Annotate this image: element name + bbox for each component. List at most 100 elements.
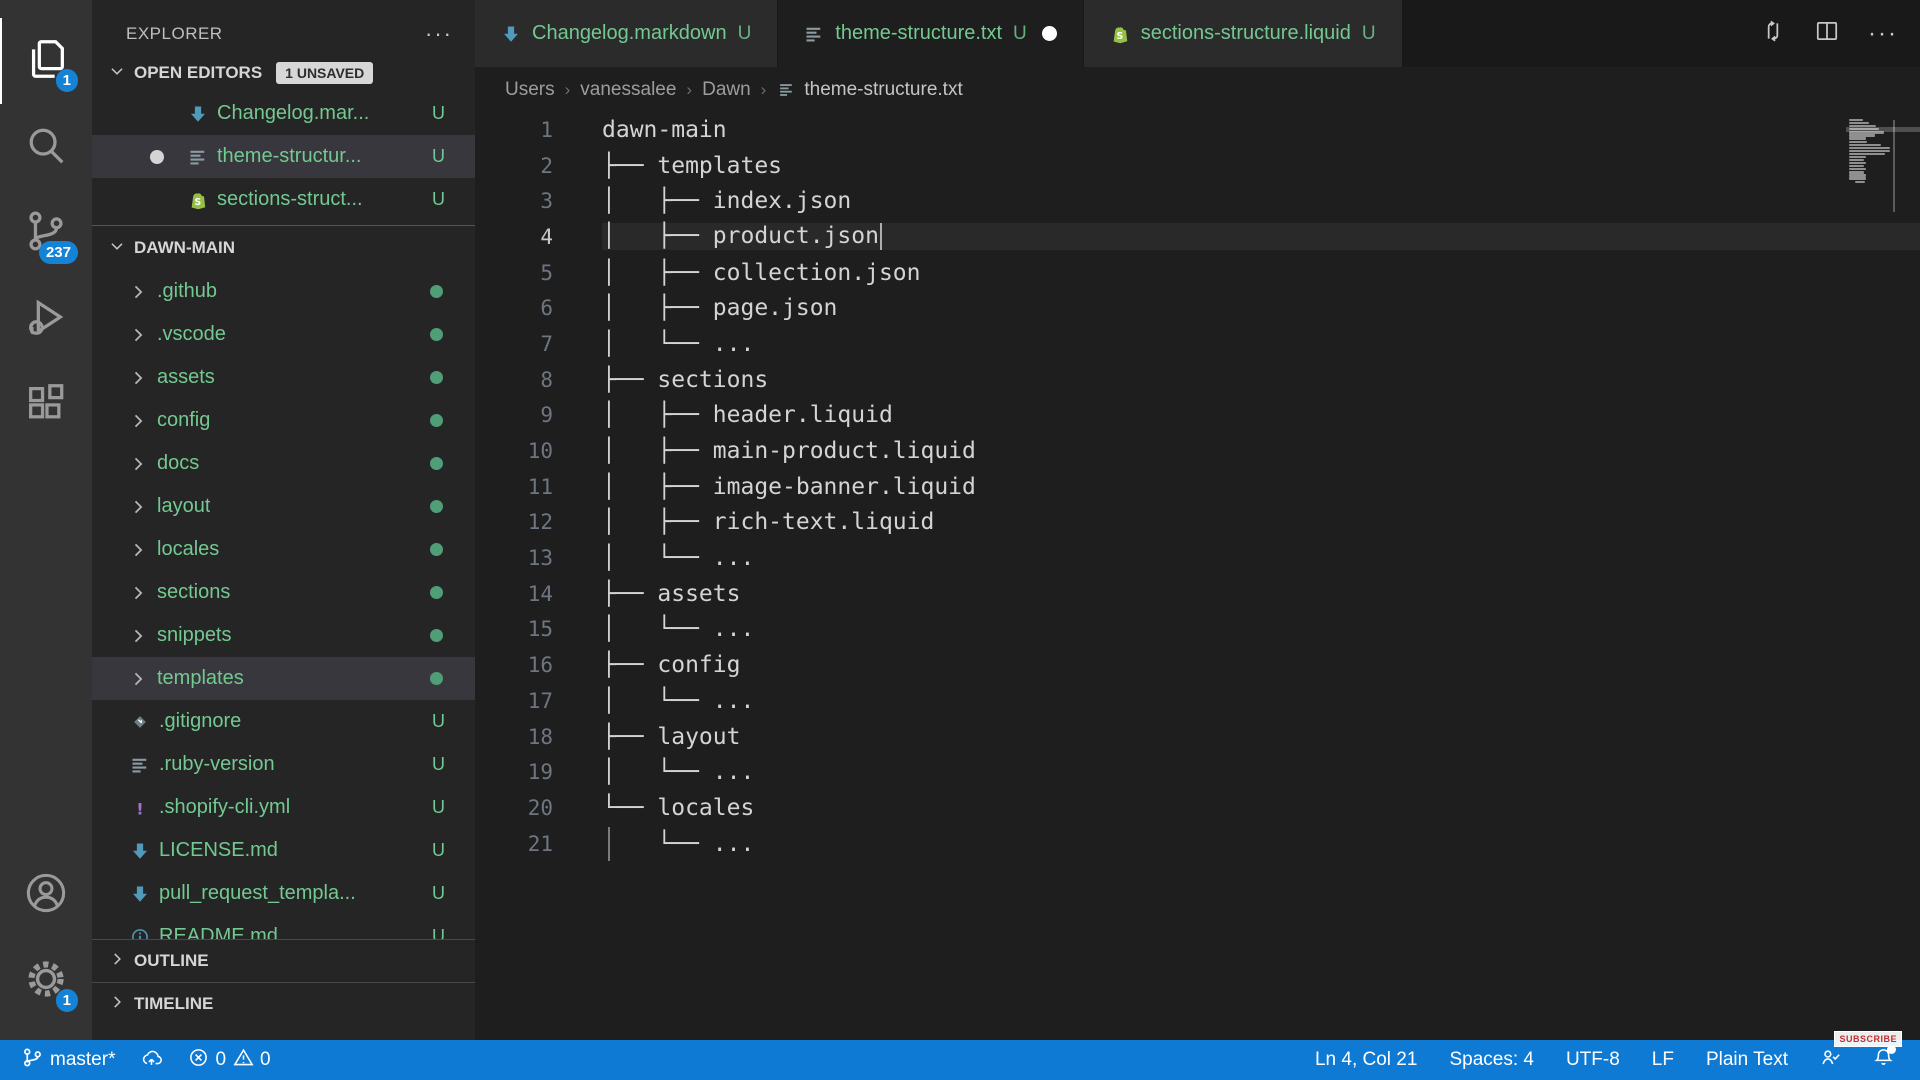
problems-status[interactable]: 0 0	[188, 1047, 270, 1074]
minimap-line	[1849, 156, 1866, 158]
line-text: └── ...	[602, 831, 1920, 857]
folder-item-config[interactable]: config	[92, 399, 475, 442]
code-line[interactable]: 16├── config	[475, 647, 1920, 683]
code-line[interactable]: 3│ ├── index.json	[475, 183, 1920, 219]
chevron-down-icon	[108, 62, 126, 85]
code-line[interactable]: 4│ ├── product.json	[475, 219, 1920, 255]
extensions-activity-button[interactable]	[0, 362, 92, 448]
indentation-status[interactable]: Spaces: 4	[1449, 1049, 1534, 1071]
code-line[interactable]: 19│ └── ...	[475, 754, 1920, 790]
open-editor-item-active[interactable]: theme-structur... U	[92, 135, 475, 178]
code-line[interactable]: 9│ ├── header.liquid	[475, 398, 1920, 434]
folder-item-assets[interactable]: assets	[92, 356, 475, 399]
code-line[interactable]: 12│ ├── rich-text.liquid	[475, 505, 1920, 541]
open-changes-icon[interactable]	[1760, 18, 1786, 49]
file-item-readme[interactable]: README.md U	[92, 915, 475, 939]
minimap-line	[1849, 165, 1864, 167]
code-line[interactable]: 13│ └── ...	[475, 540, 1920, 576]
breadcrumb-item[interactable]: vanessalee	[580, 79, 676, 101]
explorer-more-actions-button[interactable]: ···	[425, 21, 453, 47]
tab-changelog-markdown[interactable]: Changelog.markdown U	[475, 0, 778, 67]
code-line[interactable]: 7│ └── ...	[475, 326, 1920, 362]
open-editor-item[interactable]: Changelog.mar... U	[92, 92, 475, 135]
unsaved-dot-icon[interactable]	[1042, 26, 1057, 41]
breadcrumb-separator: ›	[565, 80, 571, 100]
chevron-right-icon	[108, 950, 126, 973]
file-item-license[interactable]: LICENSE.md U	[92, 829, 475, 872]
minimap-line	[1849, 168, 1866, 170]
text-file-icon	[188, 147, 208, 167]
chevron-right-icon	[128, 325, 148, 345]
open-editor-item[interactable]: S sections-struct... U	[92, 178, 475, 221]
minimap[interactable]	[1846, 112, 1920, 1040]
outline-panel-header[interactable]: OUTLINE	[92, 939, 475, 982]
editor-more-actions-button[interactable]: ···	[1868, 20, 1898, 48]
sync-changes-button[interactable]	[141, 1047, 162, 1074]
code-line[interactable]: 11│ ├── image-banner.liquid	[475, 469, 1920, 505]
breadcrumb-separator: ›	[761, 80, 767, 100]
cursor-position-status[interactable]: Ln 4, Col 21	[1315, 1049, 1417, 1071]
chevron-down-icon	[108, 237, 126, 260]
code-line[interactable]: 15│ └── ...	[475, 612, 1920, 648]
search-icon	[23, 122, 69, 173]
tab-theme-structure-txt[interactable]: theme-structure.txt U	[778, 0, 1083, 67]
encoding-status[interactable]: UTF-8	[1566, 1049, 1620, 1071]
code-line[interactable]: 2├── templates	[475, 148, 1920, 184]
code-line[interactable]: 8├── sections	[475, 362, 1920, 398]
folder-item-vscode[interactable]: .vscode	[92, 313, 475, 356]
settings-button[interactable]: 1	[0, 938, 92, 1024]
file-item-gitignore[interactable]: .gitignore U	[92, 700, 475, 743]
breadcrumb-item[interactable]: Dawn	[702, 79, 751, 101]
markdown-icon	[501, 24, 521, 44]
open-editors-header[interactable]: OPEN EDITORS 1 UNSAVED	[92, 54, 475, 92]
code-editor[interactable]: 1dawn-main2├── templates3│ ├── index.jso…	[475, 112, 1920, 1040]
git-status-untracked: U	[1362, 23, 1376, 45]
source-control-activity-button[interactable]: 237	[0, 190, 92, 276]
line-text: │ └── ...	[602, 545, 1920, 571]
code-line[interactable]: 17│ └── ...	[475, 683, 1920, 719]
code-line[interactable]: 18├── layout	[475, 719, 1920, 755]
code-line[interactable]: 6│ ├── page.json	[475, 290, 1920, 326]
folder-item-locales[interactable]: locales	[92, 528, 475, 571]
project-root-header[interactable]: DAWN-MAIN	[92, 226, 475, 270]
git-icon	[130, 712, 150, 732]
file-item-shopify-cli-yml[interactable]: ! .shopify-cli.yml U	[92, 786, 475, 829]
code-line[interactable]: 5│ ├── collection.json	[475, 255, 1920, 291]
scrollbar[interactable]	[1893, 120, 1895, 212]
file-item-ruby-version[interactable]: .ruby-version U	[92, 743, 475, 786]
folder-item-docs[interactable]: docs	[92, 442, 475, 485]
git-branch-status[interactable]: master*	[22, 1047, 115, 1074]
eol-status[interactable]: LF	[1652, 1049, 1674, 1071]
code-line[interactable]: 20└── locales	[475, 790, 1920, 826]
file-item-pull-request-template[interactable]: pull_request_templa... U	[92, 872, 475, 915]
folder-item-templates[interactable]: templates	[92, 657, 475, 700]
account-icon	[23, 870, 69, 921]
sidebar-title: EXPLORER	[126, 24, 223, 44]
breadcrumb-file-item[interactable]: theme-structure.txt	[776, 79, 962, 101]
folder-item-layout[interactable]: layout	[92, 485, 475, 528]
search-activity-button[interactable]	[0, 104, 92, 190]
account-button[interactable]	[0, 852, 92, 938]
code-line[interactable]: 21 └── ...	[475, 826, 1920, 862]
line-text: │ └── ...	[602, 331, 1920, 357]
tab-sections-structure-liquid[interactable]: S sections-structure.liquid U	[1084, 0, 1403, 67]
notifications-button[interactable]	[1873, 1047, 1894, 1074]
run-debug-activity-button[interactable]	[0, 276, 92, 362]
line-number: 5	[475, 261, 553, 285]
line-number: 3	[475, 189, 553, 213]
language-mode-status[interactable]: Plain Text	[1706, 1049, 1788, 1071]
folder-item-snippets[interactable]: snippets	[92, 614, 475, 657]
folder-item-sections[interactable]: sections	[92, 571, 475, 614]
code-line[interactable]: 10│ ├── main-product.liquid	[475, 433, 1920, 469]
folder-item-github[interactable]: .github	[92, 270, 475, 313]
code-line[interactable]: 14├── assets	[475, 576, 1920, 612]
split-editor-icon[interactable]	[1814, 18, 1840, 49]
timeline-panel-header[interactable]: TIMELINE	[92, 982, 475, 1025]
feedback-button[interactable]	[1820, 1047, 1841, 1074]
code-line[interactable]: 1dawn-main	[475, 112, 1920, 148]
explorer-activity-button[interactable]: 1	[0, 18, 92, 104]
error-count: 0	[215, 1049, 226, 1071]
git-status-untracked: U	[432, 189, 445, 210]
tab-bar: Changelog.markdown U theme-structure.txt…	[475, 0, 1920, 67]
breadcrumb-item[interactable]: Users	[505, 79, 555, 101]
